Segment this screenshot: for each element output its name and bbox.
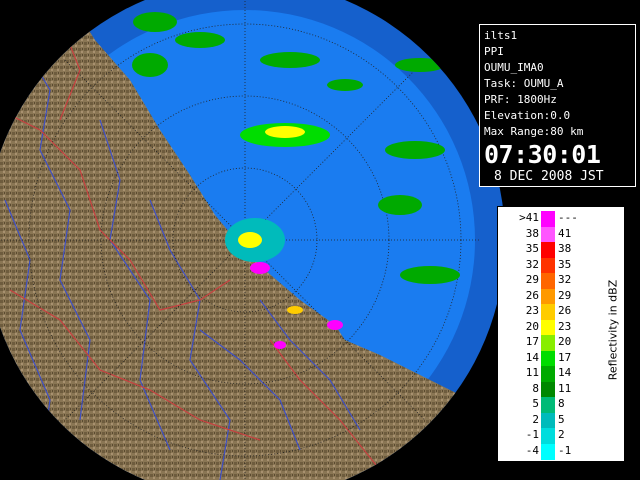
legend-row: 20 23 bbox=[498, 319, 624, 336]
legend-swatch bbox=[541, 319, 555, 336]
legend-swatch bbox=[541, 242, 555, 258]
legend-high-label: 8 bbox=[558, 397, 565, 410]
prf-value: PRF: 1800Hz bbox=[484, 93, 557, 106]
legend-row: -1 2 bbox=[498, 428, 624, 444]
legend-high-label: --- bbox=[558, 211, 578, 224]
legend-high-label: -1 bbox=[558, 443, 572, 457]
legend-swatch bbox=[541, 428, 555, 444]
legend-low-label: 20 bbox=[525, 319, 539, 333]
legend-swatch bbox=[541, 397, 555, 413]
legend-low-label: -1 bbox=[525, 428, 539, 441]
legend-low-label: >41 bbox=[519, 211, 539, 224]
legend-low-label: 11 bbox=[525, 366, 539, 379]
legend-high-label: 2 bbox=[558, 428, 565, 441]
legend-row: 17 20 bbox=[498, 335, 624, 351]
legend-high-label: 14 bbox=[558, 366, 572, 379]
legend-low-label: 26 bbox=[525, 288, 539, 302]
legend-row: 25 bbox=[498, 412, 624, 429]
legend-row: 23 26 bbox=[498, 304, 624, 320]
legend-high-label: 29 bbox=[558, 288, 572, 302]
legend-low-label: 35 bbox=[525, 242, 539, 255]
legend-swatch bbox=[541, 443, 555, 460]
legend-row: 35 38 bbox=[498, 242, 624, 258]
legend-low-label: 23 bbox=[525, 304, 539, 317]
legend-low-label: 2 bbox=[532, 412, 539, 426]
legend-swatch bbox=[541, 273, 555, 289]
legend-row: 8 11 bbox=[498, 381, 624, 398]
legend-high-label: 26 bbox=[558, 304, 572, 317]
legend-high-label: 17 bbox=[558, 350, 572, 364]
legend-swatch bbox=[541, 381, 555, 398]
task-name: Task: OUMU_A bbox=[484, 77, 564, 90]
legend-high-label: 32 bbox=[558, 273, 572, 286]
legend-high-label: 11 bbox=[558, 381, 572, 395]
legend-high-label: 23 bbox=[558, 319, 572, 333]
legend-swatch bbox=[541, 412, 555, 429]
legend-title: Reflectivity in dBZ bbox=[606, 279, 620, 381]
legend-low-label: 17 bbox=[525, 335, 539, 348]
legend-high-label: 35 bbox=[558, 257, 572, 271]
legend-swatch bbox=[541, 335, 555, 351]
legend-row: 32 35 bbox=[498, 257, 624, 274]
legend-swatch bbox=[541, 288, 555, 305]
legend-low-label: 32 bbox=[525, 257, 539, 271]
scan-time: 07:30:01 bbox=[484, 140, 601, 169]
legend-swatch bbox=[541, 226, 555, 243]
radar-info-panel: ilts1 PPI OUMU_IMA0 Task: OUMU_A PRF: 18… bbox=[479, 24, 636, 187]
legend-high-label: 5 bbox=[558, 412, 565, 426]
legend-low-label: 29 bbox=[525, 273, 539, 286]
scan-date: 8 DEC 2008 JST bbox=[494, 169, 604, 184]
legend-low-label: 8 bbox=[532, 381, 539, 395]
legend-high-label: 20 bbox=[558, 335, 572, 348]
legend-swatch bbox=[541, 304, 555, 320]
legend-high-label: 41 bbox=[558, 226, 572, 240]
legend-swatch bbox=[541, 366, 555, 382]
legend-swatch bbox=[541, 257, 555, 274]
legend-row: 14 17 bbox=[498, 350, 624, 367]
legend-swatch bbox=[541, 211, 555, 227]
max-range-value: Max Range:80 km bbox=[484, 125, 584, 138]
elevation-value: Elevation:0.0 bbox=[484, 109, 571, 122]
site-name: OUMU_IMA0 bbox=[484, 61, 544, 74]
legend-row: 26 29 bbox=[498, 288, 624, 305]
legend-swatch bbox=[541, 350, 555, 367]
legend-low-label: -4 bbox=[525, 443, 539, 457]
scan-mode: PPI bbox=[484, 45, 504, 58]
legend-low-label: 5 bbox=[532, 397, 539, 410]
legend-high-label: 38 bbox=[558, 242, 572, 255]
legend-row: 11 14 bbox=[498, 366, 624, 382]
legend-row: 58 bbox=[498, 397, 624, 413]
legend-low-label: 38 bbox=[525, 226, 539, 240]
product-name: ilts1 bbox=[484, 29, 518, 42]
legend-low-label: 14 bbox=[525, 350, 539, 364]
legend-row: -4 -1 bbox=[498, 443, 624, 460]
legend-row: 29 32 bbox=[498, 273, 624, 289]
legend-row: 38 41 bbox=[498, 226, 624, 243]
legend-row: >41 --- bbox=[498, 211, 624, 227]
